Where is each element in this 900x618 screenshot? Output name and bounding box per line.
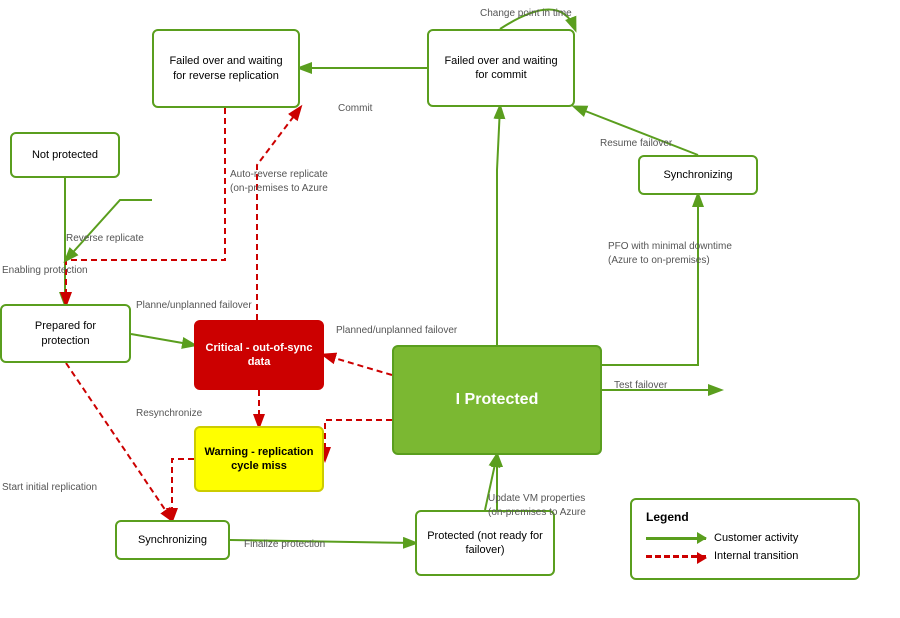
- synchronizing-bottom-label: Synchronizing: [138, 533, 207, 547]
- resynchronize-label: Resynchronize: [136, 408, 202, 419]
- planned-unplanned1-label: Planne/unplanned failover: [136, 300, 252, 311]
- diagram-container: Not protected Prepared for protection Fa…: [0, 0, 900, 618]
- commit-label: Commit: [338, 103, 372, 114]
- prepared-for-protection-label: Prepared for protection: [10, 319, 121, 348]
- synchronizing-top-label: Synchronizing: [663, 168, 732, 182]
- reverse-replicate-label: Reverse replicate: [66, 233, 144, 244]
- not-protected-label: Not protected: [32, 148, 98, 162]
- failed-over-commit-label: Failed over and waiting for commit: [437, 54, 565, 83]
- auto-reverse-label: Auto-reverse replicate(on-premises to Az…: [230, 168, 328, 196]
- planned-unplanned2-label: Planned/unplanned failover: [336, 325, 457, 336]
- protected-main-node: I Protected: [392, 345, 602, 455]
- failed-over-commit-node: Failed over and waiting for commit: [427, 29, 575, 107]
- change-point-label: Change point in time: [480, 8, 572, 19]
- legend-internal-label: Internal transition: [714, 550, 798, 562]
- enabling-protection-label: Enabling protection: [2, 265, 88, 276]
- update-vm-label: Update VM properties(on-premises to Azur…: [488, 492, 586, 520]
- protected-not-ready-label: Protected (not ready for failover): [425, 529, 545, 558]
- test-failover-label: Test failover: [614, 380, 667, 391]
- synchronizing-bottom-node: Synchronizing: [115, 520, 230, 560]
- finalize-label: Finalize protection: [244, 539, 325, 550]
- pfo-label: PFO with minimal downtime(Azure to on-pr…: [608, 240, 732, 268]
- legend-customer-row: Customer activity: [646, 532, 844, 544]
- failed-over-reverse-node: Failed over and waiting for reverse repl…: [152, 29, 300, 108]
- warning-label: Warning - replication cycle miss: [204, 445, 314, 474]
- protected-main-label: I Protected: [456, 390, 539, 411]
- legend-box: Legend Customer activity Internal transi…: [630, 498, 860, 580]
- not-protected-node: Not protected: [10, 132, 120, 178]
- failed-over-reverse-label: Failed over and waiting for reverse repl…: [162, 54, 290, 83]
- critical-out-of-sync-node: Critical - out-of-sync data: [194, 320, 324, 390]
- legend-solid-arrow: [646, 537, 706, 540]
- legend-dashed-arrow: [646, 555, 706, 558]
- start-initial-label: Start initial replication: [2, 482, 97, 493]
- resume-failover-label: Resume failover: [600, 138, 672, 149]
- critical-label: Critical - out-of-sync data: [204, 341, 314, 370]
- legend-customer-label: Customer activity: [714, 532, 798, 544]
- warning-replication-node: Warning - replication cycle miss: [194, 426, 324, 492]
- legend-internal-row: Internal transition: [646, 550, 844, 562]
- synchronizing-top-node: Synchronizing: [638, 155, 758, 195]
- prepared-for-protection-node: Prepared for protection: [0, 304, 131, 363]
- legend-title: Legend: [646, 510, 844, 524]
